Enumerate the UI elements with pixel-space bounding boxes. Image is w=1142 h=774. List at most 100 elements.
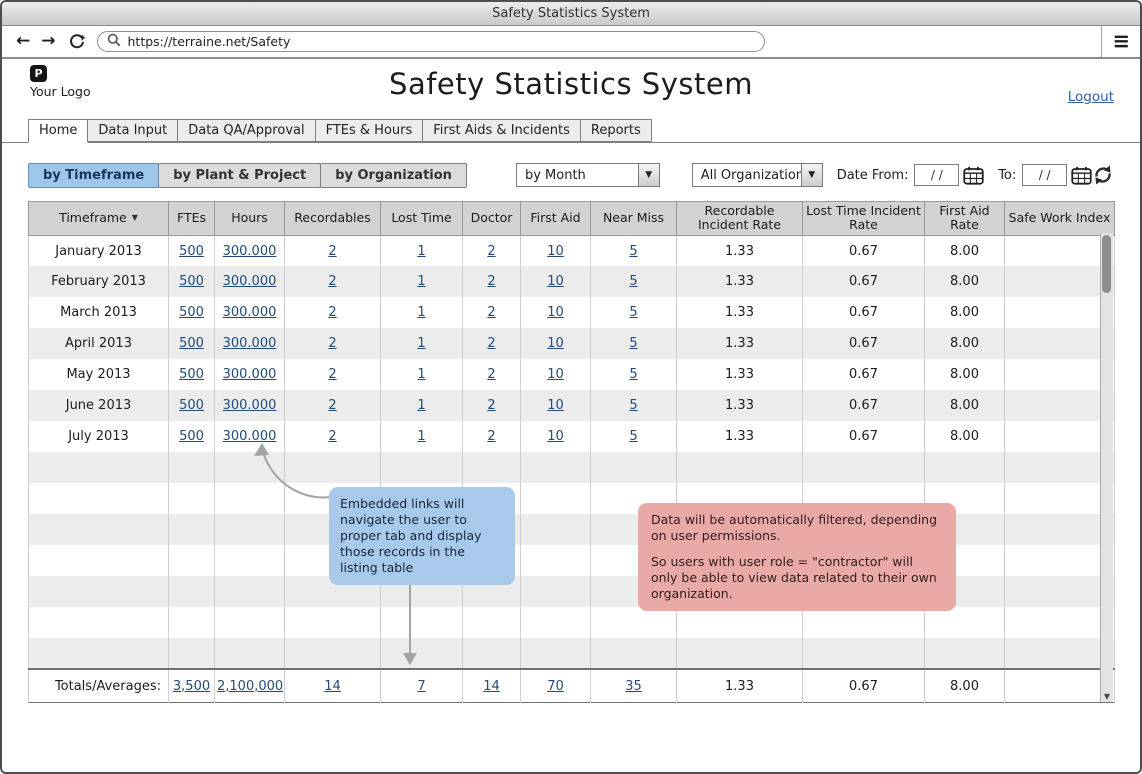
chevron-down-icon[interactable]: ▼	[801, 164, 822, 186]
hours-link[interactable]: 300.000	[223, 429, 277, 444]
column-header-timeframe[interactable]: Timeframe▼	[29, 202, 169, 236]
recordables-link[interactable]: 2	[328, 305, 336, 320]
period-dropdown[interactable]: by Month ▼	[516, 163, 660, 187]
doctor-link[interactable]: 2	[487, 336, 495, 351]
lost-time-link[interactable]: 1	[417, 336, 425, 351]
column-header-first-aid[interactable]: First Aid	[521, 202, 591, 236]
view-toggle-by-timeframe[interactable]: by Timeframe	[28, 163, 159, 188]
hours-link[interactable]: 300.000	[223, 244, 277, 259]
date-to-input[interactable]: / /	[1022, 164, 1067, 186]
view-toggle-by-organization[interactable]: by Organization	[320, 163, 467, 188]
cell-doctor: 2	[463, 266, 521, 297]
ftes-link[interactable]: 500	[179, 336, 204, 351]
first-aid-link[interactable]: 10	[547, 274, 564, 289]
ftes-link[interactable]: 500	[179, 305, 204, 320]
totals-hours-link[interactable]: 2,100,000	[217, 679, 283, 694]
totals-recordables-link[interactable]: 14	[324, 679, 341, 694]
near-miss-link[interactable]: 5	[629, 305, 637, 320]
recordables-link[interactable]: 2	[328, 367, 336, 382]
logout-link[interactable]: Logout	[1068, 89, 1114, 105]
column-header-hours[interactable]: Hours	[215, 202, 285, 236]
first-aid-link[interactable]: 10	[547, 398, 564, 413]
doctor-link[interactable]: 2	[487, 429, 495, 444]
doctor-link[interactable]: 2	[487, 274, 495, 289]
ftes-link[interactable]: 500	[179, 429, 204, 444]
near-miss-link[interactable]: 5	[629, 398, 637, 413]
totals-doctor-link[interactable]: 14	[483, 679, 500, 694]
column-header-first-aid-rate[interactable]: First Aid Rate	[925, 202, 1005, 236]
calendar-icon[interactable]	[1071, 166, 1092, 185]
column-header-lost-time[interactable]: Lost Time	[381, 202, 463, 236]
column-header-near-miss[interactable]: Near Miss	[591, 202, 677, 236]
hours-link[interactable]: 300.000	[223, 336, 277, 351]
cell-near_miss: 5	[591, 359, 677, 390]
first-aid-link[interactable]: 10	[547, 367, 564, 382]
hours-link[interactable]: 300.000	[223, 367, 277, 382]
recordables-link[interactable]: 2	[328, 336, 336, 351]
scrollbar-down-icon[interactable]: ▼	[1101, 693, 1113, 701]
browser-refresh-icon[interactable]	[69, 34, 85, 50]
tab-data-qa-approval[interactable]: Data QA/Approval	[177, 119, 315, 142]
vertical-scrollbar[interactable]: ▼	[1100, 233, 1113, 702]
recordables-link[interactable]: 2	[328, 274, 336, 289]
date-from-input[interactable]: / /	[914, 164, 959, 186]
totals-first-aid-link[interactable]: 70	[547, 679, 564, 694]
doctor-link[interactable]: 2	[487, 244, 495, 259]
view-toggle-by-plant-project[interactable]: by Plant & Project	[158, 163, 321, 188]
ftes-link[interactable]: 500	[179, 367, 204, 382]
doctor-link[interactable]: 2	[487, 398, 495, 413]
totals-lost-time-link[interactable]: 7	[417, 679, 425, 694]
url-bar[interactable]: https://terraine.net/Safety	[97, 31, 765, 52]
column-header-recordable-incident-rate[interactable]: Recordable Incident Rate	[677, 202, 803, 236]
near-miss-link[interactable]: 5	[629, 429, 637, 444]
doctor-link[interactable]: 2	[487, 305, 495, 320]
column-header-safe-work-index[interactable]: Safe Work Index	[1005, 202, 1115, 236]
lost-time-link[interactable]: 1	[417, 367, 425, 382]
column-header-lost-time-incident-rate[interactable]: Lost Time Incident Rate	[803, 202, 925, 236]
recordables-link[interactable]: 2	[328, 398, 336, 413]
lost-time-link[interactable]: 1	[417, 398, 425, 413]
calendar-icon[interactable]	[963, 166, 984, 185]
hours-link[interactable]: 300.000	[223, 398, 277, 413]
tab-first-aids-incidents[interactable]: First Aids & Incidents	[422, 119, 581, 142]
chevron-down-icon[interactable]: ▼	[638, 164, 659, 186]
near-miss-link[interactable]: 5	[629, 274, 637, 289]
near-miss-link[interactable]: 5	[629, 244, 637, 259]
forward-icon[interactable]: →	[41, 33, 55, 50]
tab-reports[interactable]: Reports	[580, 119, 652, 142]
lost-time-link[interactable]: 1	[417, 244, 425, 259]
column-header-recordables[interactable]: Recordables	[285, 202, 381, 236]
browser-menu-button[interactable]: ≡	[1101, 26, 1140, 57]
ftes-link[interactable]: 500	[179, 398, 204, 413]
first-aid-link[interactable]: 10	[547, 244, 564, 259]
first-aid-link[interactable]: 10	[547, 429, 564, 444]
refresh-icon[interactable]	[1092, 164, 1114, 186]
near-miss-link[interactable]: 5	[629, 336, 637, 351]
lost-time-link[interactable]: 1	[417, 305, 425, 320]
organization-dropdown[interactable]: All Organizations ▼	[692, 163, 823, 187]
column-header-doctor[interactable]: Doctor	[463, 202, 521, 236]
back-icon[interactable]: ←	[16, 33, 30, 50]
column-header-ftes[interactable]: FTEs	[169, 202, 215, 236]
ftes-link[interactable]: 500	[179, 244, 204, 259]
first-aid-link[interactable]: 10	[547, 336, 564, 351]
doctor-link[interactable]: 2	[487, 367, 495, 382]
tab-data-input[interactable]: Data Input	[87, 119, 178, 142]
tab-home[interactable]: Home	[28, 119, 88, 143]
lost-time-link[interactable]: 1	[417, 429, 425, 444]
recordables-link[interactable]: 2	[328, 244, 336, 259]
scrollbar-thumb[interactable]	[1102, 235, 1111, 293]
table-row: January 2013500300.0002121051.330.678.00	[29, 235, 1115, 266]
ftes-link[interactable]: 500	[179, 274, 204, 289]
totals-ftes-link[interactable]: 3,500	[173, 679, 210, 694]
recordables-link[interactable]: 2	[328, 429, 336, 444]
hours-link[interactable]: 300.000	[223, 274, 277, 289]
hours-link[interactable]: 300.000	[223, 305, 277, 320]
tab-ftes-hours[interactable]: FTEs & Hours	[315, 119, 424, 142]
first-aid-link[interactable]: 10	[547, 305, 564, 320]
cell-near_miss: 5	[591, 390, 677, 421]
lost-time-link[interactable]: 1	[417, 274, 425, 289]
date-from-label: Date From:	[837, 168, 909, 183]
totals-near-miss-link[interactable]: 35	[625, 679, 642, 694]
near-miss-link[interactable]: 5	[629, 367, 637, 382]
